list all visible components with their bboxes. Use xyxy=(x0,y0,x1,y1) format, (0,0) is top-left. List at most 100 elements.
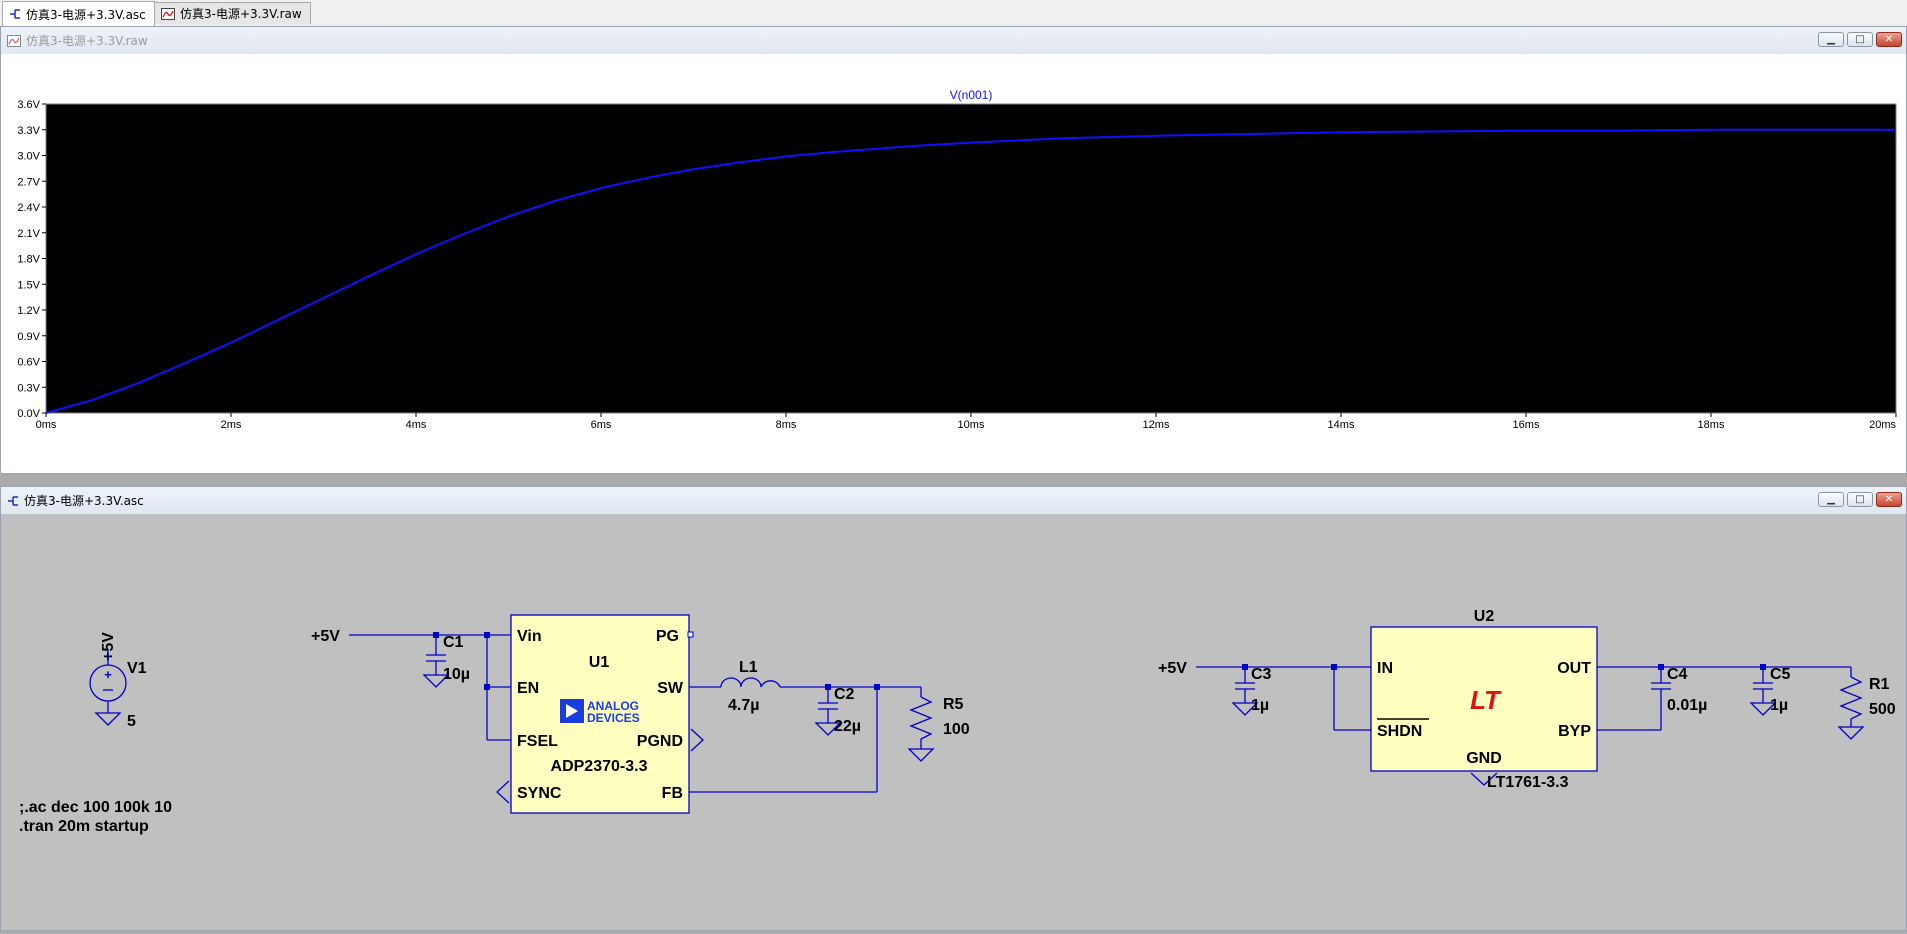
minimize-icon: ▁ xyxy=(1827,33,1835,45)
x-tick-label: 6ms xyxy=(591,419,612,431)
u1-pin-pgnd: PGND xyxy=(637,733,683,750)
u1-pin-en: EN xyxy=(517,680,539,697)
c5-value: 1µ xyxy=(1770,697,1788,714)
close-button[interactable]: ✕ xyxy=(1876,492,1902,507)
close-icon: ✕ xyxy=(1884,33,1894,45)
r1-name: R1 xyxy=(1869,676,1890,693)
x-axis: 0ms 2ms 4ms 6ms 8ms 10ms 12ms 14ms 16ms 18ms 20ms xyxy=(36,413,1897,431)
u1-pin-pg: PG xyxy=(656,628,679,645)
r1-value: 500 xyxy=(1869,701,1896,718)
tab-schematic[interactable]: 仿真3-电源+3.3V.asc xyxy=(2,1,155,26)
tab-waveform[interactable]: 仿真3-电源+3.3V.raw xyxy=(154,2,311,24)
logo-line2: DEVICES xyxy=(587,711,640,725)
c4-value: 0.01µ xyxy=(1667,697,1707,714)
c2-value: 22µ xyxy=(834,718,861,735)
tab-label: 仿真3-电源+3.3V.raw xyxy=(180,7,302,21)
y-tick-label: 3.0V xyxy=(17,151,40,163)
x-tick-label: 16ms xyxy=(1513,419,1540,431)
maximize-button[interactable]: □ xyxy=(1847,32,1873,47)
schematic-window: 仿真3-电源+3.3V.asc ▁ □ ✕ +5V + V1 5 ;.ac de… xyxy=(0,486,1907,931)
c5-name: C5 xyxy=(1770,666,1791,683)
window-title: 仿真3-电源+3.3V.asc xyxy=(24,494,144,508)
net-label-5v: +5V xyxy=(311,628,340,645)
schematic-canvas[interactable]: +5V + V1 5 ;.ac dec 100 100k 10 .tran 20… xyxy=(11,515,1906,930)
l1-value: 4.7µ xyxy=(728,697,759,714)
y-tick-label: 2.7V xyxy=(17,176,40,188)
close-icon: ✕ xyxy=(1884,493,1894,505)
y-tick-label: 2.4V xyxy=(17,202,40,214)
y-axis: 0.0V0.3V0.6V0.9V1.2V1.5V1.8V2.1V2.4V2.7V… xyxy=(17,99,46,420)
x-tick-label: 2ms xyxy=(221,419,242,431)
y-tick-label: 1.2V xyxy=(17,305,40,317)
v1-name: V1 xyxy=(127,660,147,677)
u1-pgnd-arrow xyxy=(690,728,704,752)
y-tick-label: 3.3V xyxy=(17,125,40,137)
tab-label: 仿真3-电源+3.3V.asc xyxy=(26,7,146,22)
u2-part-number: LT1761-3.3 xyxy=(1487,774,1569,791)
y-tick-label: 2.1V xyxy=(17,228,40,240)
u2-pin-gnd: GND xyxy=(1466,750,1502,767)
minimize-button[interactable]: ▁ xyxy=(1818,492,1844,507)
plot-pane[interactable]: V(n001) 0.0V 0.3V 0.6V 0.9V 1.2V 1.5V 1.8V 2.1V… xyxy=(1,54,1906,473)
u1-part-number: ADP2370-3.3 xyxy=(551,758,648,775)
window-titlebar[interactable]: 仿真3-电源+3.3V.raw ▁ □ ✕ xyxy=(1,27,1906,54)
u2-pin-byp: BYP xyxy=(1558,723,1591,740)
l1-name: L1 xyxy=(739,659,758,676)
minimize-icon: ▁ xyxy=(1827,493,1835,505)
waveform-icon xyxy=(7,34,21,47)
polarity-plus: + xyxy=(104,667,112,682)
y-tick-label: 1.5V xyxy=(17,279,40,291)
y-tick-label: 3.6V xyxy=(17,99,40,111)
c3-value: 1µ xyxy=(1251,697,1269,714)
maximize-button[interactable]: □ xyxy=(1847,492,1873,507)
x-tick-label: 12ms xyxy=(1143,419,1170,431)
inductor-l1[interactable] xyxy=(720,677,781,688)
resistor-r5[interactable] xyxy=(907,696,935,762)
y-tick-label: 1.8V xyxy=(17,254,40,266)
x-tick-label: 20ms xyxy=(1869,419,1896,431)
u1-pin-sw: SW xyxy=(657,680,684,697)
window-titlebar[interactable]: 仿真3-电源+3.3V.asc ▁ □ ✕ xyxy=(1,487,1906,514)
waveform-icon xyxy=(161,7,175,20)
resistor-r1[interactable] xyxy=(1837,676,1865,740)
u2-logo: LT xyxy=(1470,685,1502,715)
x-tick-label: 18ms xyxy=(1698,419,1725,431)
plot-background[interactable] xyxy=(46,104,1896,413)
window-title: 仿真3-电源+3.3V.raw xyxy=(26,34,148,48)
c1-name: C1 xyxy=(443,634,464,651)
spice-directive-tran[interactable]: .tran 20m startup xyxy=(19,818,149,835)
net-label-5v-ldo: +5V xyxy=(1158,660,1187,677)
u1-pin-fb: FB xyxy=(662,785,683,802)
r5-value: 100 xyxy=(943,721,970,738)
u1-pg-pin-marker xyxy=(687,631,694,638)
c2-name: C2 xyxy=(834,686,855,703)
u2-pin-out: OUT xyxy=(1557,660,1591,677)
r5-name: R5 xyxy=(943,696,964,713)
x-tick-label: 0ms xyxy=(36,419,57,431)
spice-directive-ac[interactable]: ;.ac dec 100 100k 10 xyxy=(19,799,172,816)
voltage-source-v1[interactable]: +5V + V1 5 xyxy=(89,632,147,730)
schematic-drawing[interactable]: +5V + V1 5 ;.ac dec 100 100k 10 .tran 20… xyxy=(11,515,1906,930)
waveform-window: 仿真3-电源+3.3V.raw ▁ □ ✕ V(n001) 0.0V 0.3V 0.… xyxy=(0,26,1907,474)
u1-designator: U1 xyxy=(589,654,610,671)
y-tick-label: 0.3V xyxy=(17,382,40,394)
u1-pin-fsel: FSEL xyxy=(517,733,558,750)
x-tick-label: 4ms xyxy=(406,419,427,431)
u1-pin-sync: SYNC xyxy=(517,785,562,802)
c3-name: C3 xyxy=(1251,666,1272,683)
maximize-icon: □ xyxy=(1855,493,1865,505)
x-tick-label: 14ms xyxy=(1328,419,1355,431)
waveform-plot[interactable]: V(n001) 0.0V0.3V0.6V0.9V1.2V1.5V1.8V2.1V… xyxy=(1,54,1906,473)
v1-value: 5 xyxy=(127,713,136,730)
u1-sync-arrow xyxy=(496,780,510,804)
u2-pin-in: IN xyxy=(1377,660,1393,677)
x-tick-label: 10ms xyxy=(958,419,985,431)
y-tick-label: 0.6V xyxy=(17,357,40,369)
trace-label[interactable]: V(n001) xyxy=(950,88,993,102)
schematic-icon xyxy=(7,495,19,507)
close-button[interactable]: ✕ xyxy=(1876,32,1902,47)
minimize-button[interactable]: ▁ xyxy=(1818,32,1844,47)
u2-pin-shdn: SHDN xyxy=(1377,723,1422,740)
x-tick-label: 8ms xyxy=(776,419,797,431)
maximize-icon: □ xyxy=(1855,33,1865,45)
